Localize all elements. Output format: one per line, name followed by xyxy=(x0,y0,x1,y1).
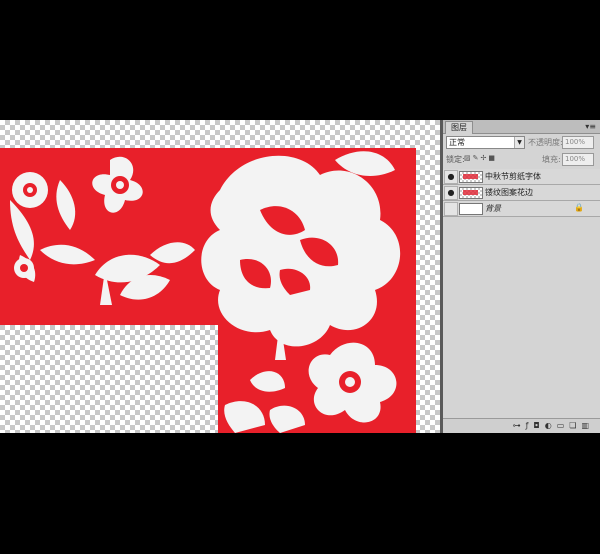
blend-mode-value: 正常 xyxy=(449,138,465,147)
layers-panel: 图层 ▾≡ 正常 ▼ 不透明度: 100% 锁定: ▨✎✢■ 填充: 100% … xyxy=(443,120,600,433)
layer-name: 背景 xyxy=(485,204,501,213)
visibility-eye-icon[interactable]: ● xyxy=(444,186,458,200)
blend-mode-select[interactable]: 正常 ▼ xyxy=(446,136,525,149)
layer-thumbnail xyxy=(459,187,483,199)
layer-row[interactable]: 背景 🔒 xyxy=(443,201,600,217)
opacity-field[interactable]: 100% xyxy=(562,136,594,149)
layer-row[interactable]: ● 中秋节剪纸字体 xyxy=(443,169,600,185)
lock-brush-icon[interactable]: ✎ xyxy=(473,154,481,162)
panel-footer: ⊶ƒ◘◐▭❏▥ xyxy=(443,418,600,433)
panel-menu-icon[interactable]: ▾≡ xyxy=(585,122,596,131)
adjustment-icon[interactable]: ◐ xyxy=(545,421,557,430)
layer-thumbnail xyxy=(459,203,483,215)
papercut-pattern xyxy=(0,148,416,433)
fill-label: 填充: xyxy=(542,155,561,164)
lock-label: 锁定: xyxy=(446,155,465,164)
layer-name: 镂纹图案花边 xyxy=(485,188,533,197)
document-canvas[interactable] xyxy=(0,120,440,433)
mask-icon[interactable]: ◘ xyxy=(533,421,544,430)
layer-row[interactable]: ● 镂纹图案花边 xyxy=(443,185,600,201)
lock-options[interactable]: ▨✎✢■ xyxy=(464,154,497,162)
new-layer-icon[interactable]: ❏ xyxy=(569,421,581,430)
link-icon[interactable]: ⊶ xyxy=(513,421,526,430)
visibility-eye-icon[interactable]: ● xyxy=(444,170,458,184)
layer-thumbnail xyxy=(459,171,483,183)
group-icon[interactable]: ▭ xyxy=(557,421,570,430)
fill-field[interactable]: 100% xyxy=(562,153,594,166)
tab-layers[interactable]: 图层 xyxy=(445,121,473,134)
lock-icon: 🔒 xyxy=(574,203,584,212)
lock-transparent-icon[interactable]: ▨ xyxy=(464,154,473,162)
layers-list: ● 中秋节剪纸字体 ● 镂纹图案花边 背景 🔒 xyxy=(443,169,600,217)
lock-all-icon[interactable]: ■ xyxy=(488,154,497,162)
visibility-toggle[interactable] xyxy=(444,202,458,216)
opacity-label: 不透明度: xyxy=(528,138,563,147)
panel-tab-bar: 图层 ▾≡ xyxy=(443,120,600,134)
chevron-down-icon[interactable]: ▼ xyxy=(514,137,524,148)
layer-name: 中秋节剪纸字体 xyxy=(485,172,541,181)
delete-icon[interactable]: ▥ xyxy=(581,421,594,430)
